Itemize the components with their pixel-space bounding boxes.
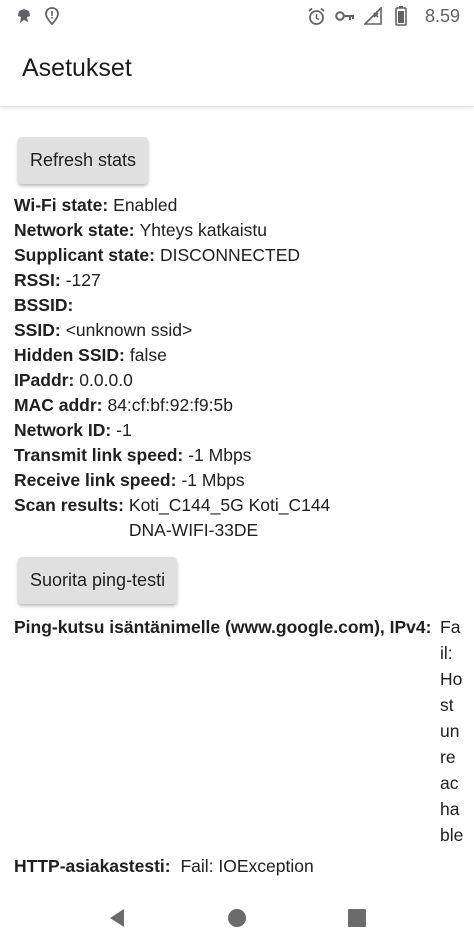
page-title: Asetukset — [22, 54, 132, 82]
wifi-state-row: Wi-Fi state: Enabled — [14, 193, 464, 218]
hidden-ssid-key: Hidden SSID: — [14, 345, 125, 365]
scan-results-line-1: Koti_C144_5G Koti_C144 — [128, 495, 331, 515]
ping-test-button-label: Suorita ping-testi — [30, 570, 166, 590]
ipaddr-value: 0.0.0.0 — [79, 370, 133, 390]
ssid-row: SSID: <unknown ssid> — [14, 318, 464, 343]
ping-result-key: Ping-kutsu isäntänimelle (www.google.com… — [14, 617, 432, 637]
ssid-value: <unknown ssid> — [65, 320, 193, 340]
mac-addr-value: 84:cf:bf:92:f9:5b — [107, 395, 233, 415]
refresh-stats-button-label: Refresh stats — [30, 150, 137, 170]
http-result-key: HTTP-asiakastesti: — [14, 856, 171, 876]
ipaddr-key: IPaddr: — [14, 370, 75, 390]
scan-results-value: Koti_C144_5G Koti_C144 DNA-WIFI-33DE — [129, 493, 330, 543]
http-result: HTTP-asiakastesti: Fail: IOException — [14, 853, 314, 879]
bug-icon — [14, 6, 34, 26]
receive-link-speed-key: Receive link speed: — [14, 470, 177, 490]
wifi-info: Wi-Fi state: Enabled Network state: Yhte… — [14, 193, 464, 543]
receive-link-speed-value: -1 Mbps — [181, 470, 245, 490]
home-icon[interactable] — [222, 903, 252, 933]
supplicant-state-row: Supplicant state: DISCONNECTED — [14, 243, 464, 268]
supplicant-state-value: DISCONNECTED — [160, 245, 301, 265]
status-bar-right: 8.59 — [307, 6, 460, 27]
transmit-link-speed-key: Transmit link speed: — [14, 445, 184, 465]
alarm-icon — [307, 6, 327, 26]
supplicant-state-key: Supplicant state: — [14, 245, 155, 265]
recents-icon[interactable] — [342, 903, 372, 933]
scan-results-line-2: DNA-WIFI-33DE — [128, 520, 259, 540]
network-id-value: -1 — [116, 420, 132, 440]
location-icon — [42, 6, 62, 26]
navigation-bar — [0, 888, 474, 948]
transmit-link-speed-row: Transmit link speed: -1 Mbps — [14, 443, 464, 468]
rssi-row: RSSI: -127 — [14, 268, 464, 293]
mac-addr-key: MAC addr: — [14, 395, 103, 415]
ping-result: Ping-kutsu isäntänimelle (www.google.com… — [14, 614, 464, 848]
wifi-state-value: Enabled — [113, 195, 178, 215]
ssid-key: SSID: — [14, 320, 61, 340]
scan-results-key: Scan results: — [14, 495, 124, 515]
transmit-link-speed-value: -1 Mbps — [188, 445, 252, 465]
network-id-row: Network ID: -1 — [14, 418, 464, 443]
scan-results-row: Scan results: Koti_C144_5G Koti_C144 DNA… — [14, 493, 464, 543]
rssi-key: RSSI: — [14, 270, 61, 290]
status-bar-left — [14, 6, 62, 26]
network-state-value: Yhteys katkaistu — [139, 220, 268, 240]
http-result-value: Fail: IOException — [180, 856, 314, 876]
battery-icon — [391, 6, 411, 26]
network-state-row: Network state: Yhteys katkaistu — [14, 218, 464, 243]
bssid-row: BSSID: — [14, 293, 464, 318]
status-time: 8.59 — [424, 5, 460, 26]
key-icon — [335, 6, 355, 26]
wifi-state-key: Wi-Fi state: — [14, 195, 109, 215]
network-id-key: Network ID: — [14, 420, 112, 440]
bssid-key: BSSID: — [14, 295, 74, 315]
rssi-value: -127 — [65, 270, 101, 290]
back-icon[interactable] — [102, 903, 132, 933]
network-state-key: Network state: — [14, 220, 135, 240]
hidden-ssid-row: Hidden SSID: false — [14, 343, 464, 368]
receive-link-speed-row: Receive link speed: -1 Mbps — [14, 468, 464, 493]
status-bar: 8.59 — [0, 0, 474, 32]
app-bar: Asetukset — [0, 32, 474, 107]
ping-test-button[interactable]: Suorita ping-testi — [18, 557, 178, 604]
ping-result-value: Fail: Host unreachable — [440, 617, 464, 845]
refresh-stats-button[interactable]: Refresh stats — [18, 137, 149, 184]
hidden-ssid-value: false — [129, 345, 167, 365]
mac-addr-row: MAC addr: 84:cf:bf:92:f9:5b — [14, 393, 464, 418]
ipaddr-row: IPaddr: 0.0.0.0 — [14, 368, 464, 393]
signal-icon — [363, 6, 383, 26]
